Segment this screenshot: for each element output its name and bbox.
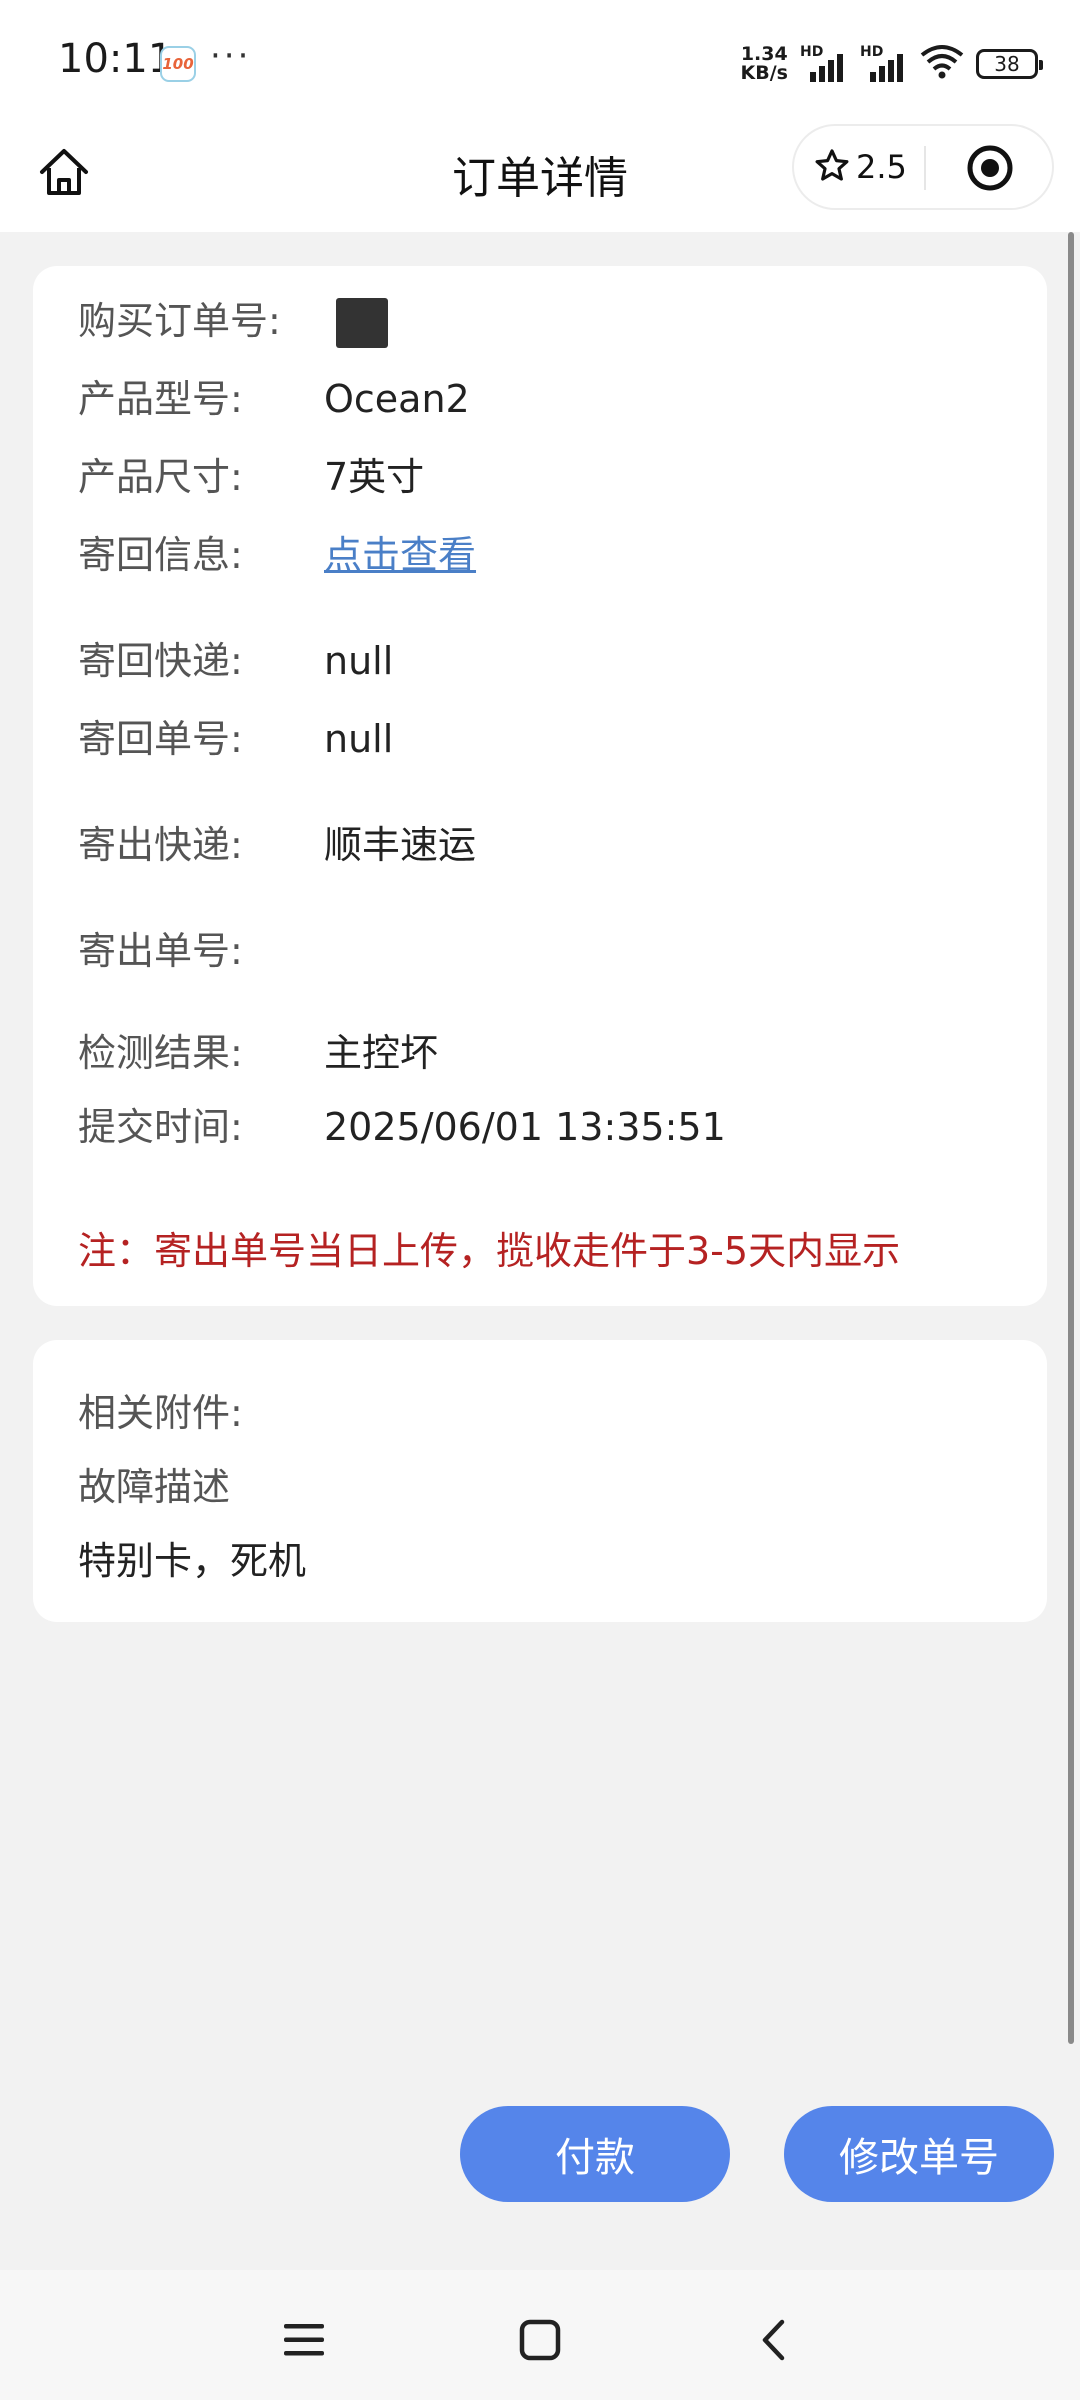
back-icon[interactable]: [744, 2310, 804, 2370]
menu-icon[interactable]: [274, 2310, 334, 2370]
scrollbar[interactable]: [1068, 232, 1074, 2044]
return-no-value: null: [324, 717, 394, 761]
signal-hd-label: HD: [800, 44, 824, 60]
send-no-label: 寄出单号:: [78, 929, 243, 973]
order-no-masked: [336, 298, 388, 348]
submit-time-value: 2025/06/01 13:35:51: [324, 1105, 726, 1149]
size-value: 7英寸: [324, 455, 425, 499]
app-notification-icon: 100: [160, 46, 196, 82]
size-label: 产品尺寸:: [78, 455, 243, 499]
status-indicators: 1.34 KB/s HD HD 38: [741, 43, 1043, 85]
network-speed: 1.34 KB/s: [741, 45, 788, 83]
signal-icon: HD: [800, 44, 848, 82]
attachments-card: 相关附件: 故障描述 特别卡，死机: [33, 1340, 1047, 1622]
rating-value[interactable]: 2.5: [856, 148, 907, 186]
system-nav-bar: [0, 2270, 1080, 2400]
status-time: 10:11: [58, 36, 174, 82]
order-no-label: 购买订单号:: [78, 299, 281, 343]
return-info-link[interactable]: 点击查看: [324, 532, 476, 578]
return-courier-value: null: [324, 639, 394, 683]
wifi-icon: [920, 43, 964, 85]
signal-icon-2: HD: [860, 44, 908, 82]
send-courier-value: 顺丰速运: [324, 823, 477, 867]
capsule-divider: [924, 146, 926, 190]
home-square-icon[interactable]: [510, 2310, 570, 2370]
mini-program-capsule: 2.5: [792, 124, 1054, 210]
signal-hd-label-2: HD: [860, 44, 884, 60]
pay-button[interactable]: 付款: [460, 2106, 730, 2202]
status-bar: 10:11 100 ··· 1.34 KB/s HD HD 38: [0, 0, 1080, 120]
result-label: 检测结果:: [78, 1031, 243, 1075]
more-notifications-icon: ···: [210, 36, 252, 76]
send-courier-label: 寄出快递:: [78, 823, 243, 867]
fault-value: 特别卡，死机: [78, 1539, 307, 1583]
modify-tracking-button[interactable]: 修改单号: [784, 2106, 1054, 2202]
network-speed-unit: KB/s: [740, 62, 788, 84]
order-detail-card: 购买订单号: 产品型号: Ocean2 产品尺寸: 7英寸 寄回信息: 点击查看…: [33, 266, 1047, 1306]
submit-time-label: 提交时间:: [78, 1105, 243, 1149]
battery-icon: 38: [976, 49, 1043, 79]
nav-header: 订单详情 2.5: [0, 120, 1080, 232]
shipping-note: 注：寄出单号当日上传，揽收走件于3-5天内显示: [78, 1229, 901, 1273]
model-label: 产品型号:: [78, 377, 243, 421]
return-no-label: 寄回单号:: [78, 717, 243, 761]
model-value: Ocean2: [324, 377, 470, 421]
return-info-label: 寄回信息:: [78, 533, 243, 577]
fault-label: 故障描述: [78, 1465, 231, 1509]
attachments-label: 相关附件:: [78, 1391, 243, 1435]
return-courier-label: 寄回快递:: [78, 639, 243, 683]
result-value: 主控坏: [324, 1031, 439, 1075]
target-icon[interactable]: [964, 142, 1016, 194]
star-icon[interactable]: [812, 146, 852, 186]
